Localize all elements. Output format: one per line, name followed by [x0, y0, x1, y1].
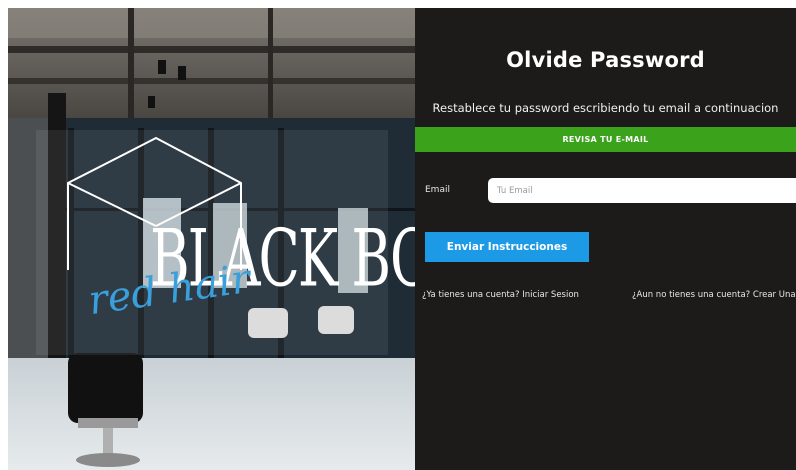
forgot-password-panel: Olvide Password Restablece tu password e…: [415, 8, 796, 470]
login-link[interactable]: ¿Ya tienes una cuenta? Iniciar Sesion: [422, 290, 579, 300]
email-label: Email: [425, 185, 450, 195]
page-title: Olvide Password: [506, 48, 705, 72]
send-instructions-button[interactable]: Enviar Instrucciones: [425, 232, 589, 262]
page-subtitle: Restablece tu password escribiendo tu em…: [432, 101, 779, 115]
salon-photo: BLACK BOX red hair: [8, 8, 415, 470]
check-email-alert: REVISA TU E-MAIL: [415, 127, 796, 152]
register-link[interactable]: ¿Aun no tienes una cuenta? Crear Una: [632, 290, 796, 300]
app-frame: BLACK BOX red hair Olvide Password Resta…: [8, 8, 796, 470]
email-input[interactable]: [488, 178, 796, 203]
